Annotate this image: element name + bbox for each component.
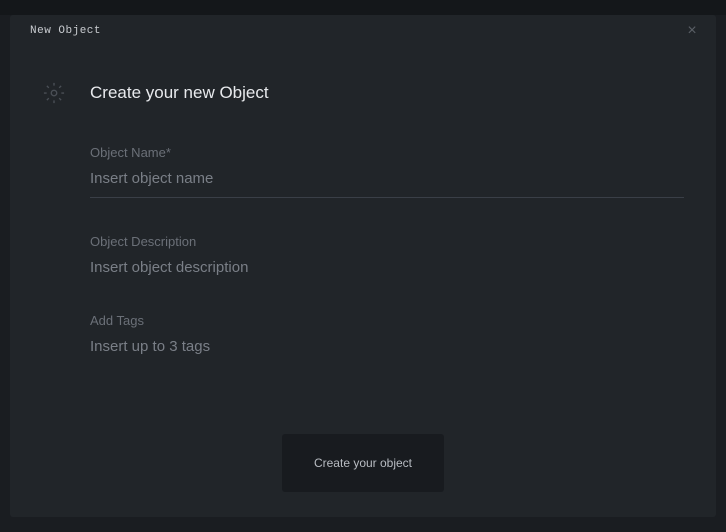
page-title: Create your new Object xyxy=(90,83,269,103)
object-name-label: Object Name* xyxy=(90,145,684,160)
field-group-tags: Add Tags xyxy=(90,313,684,356)
modal-content: Create your new Object Object Name* Obje… xyxy=(10,39,716,356)
object-gear-icon xyxy=(42,81,66,105)
object-description-input[interactable] xyxy=(90,259,684,276)
close-icon: × xyxy=(687,23,696,39)
field-group-name: Object Name* xyxy=(90,145,684,198)
content-header: Create your new Object xyxy=(42,81,684,105)
close-button[interactable]: × xyxy=(682,21,702,41)
new-object-modal: New Object × Create your new Object Obje… xyxy=(10,15,716,517)
add-tags-label: Add Tags xyxy=(90,313,684,328)
form-fields: Object Name* Object Description Add Tags xyxy=(90,145,684,356)
tags-input[interactable] xyxy=(90,338,684,355)
modal-header: New Object × xyxy=(10,15,716,39)
create-object-button[interactable]: Create your object xyxy=(282,434,444,492)
modal-title: New Object xyxy=(30,25,101,37)
backdrop xyxy=(0,0,726,15)
field-group-description: Object Description xyxy=(90,234,684,277)
modal-footer: Create your object xyxy=(10,434,716,492)
object-description-label: Object Description xyxy=(90,234,684,249)
object-name-input[interactable] xyxy=(90,170,684,198)
